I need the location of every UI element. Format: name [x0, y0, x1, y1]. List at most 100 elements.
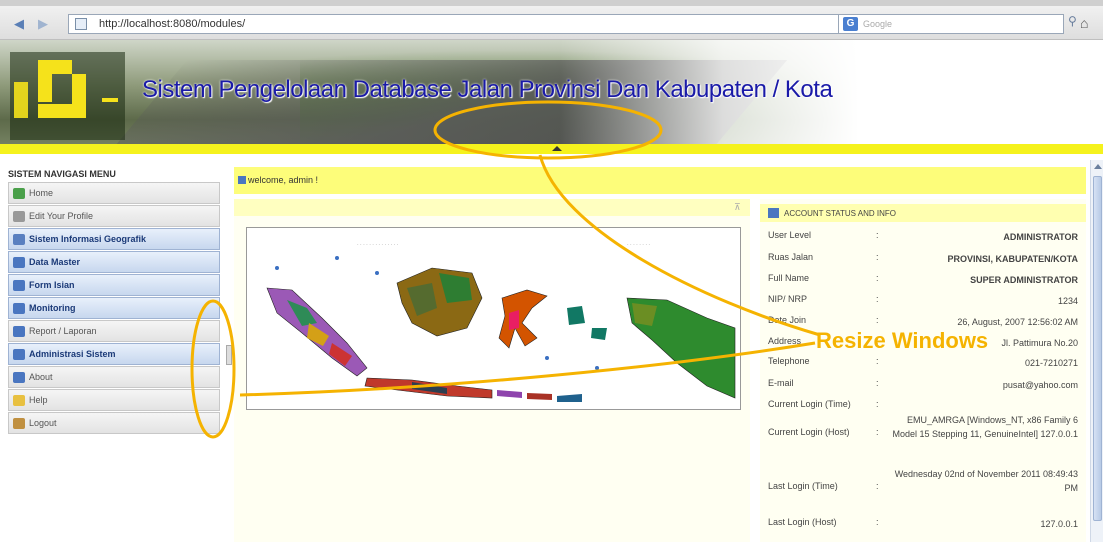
pu-logo-icon	[10, 52, 125, 140]
account-row-separator: :	[876, 481, 879, 491]
svg-text:· · · · · · · · · · · · · ·: · · · · · · · · · · · · · ·	[357, 242, 399, 248]
scroll-up-icon[interactable]	[1094, 164, 1102, 169]
sidebar: SISTEM NAVIGASI MENU Home Edit Your Profi…	[8, 166, 220, 435]
account-row-value: PROVINSI, KABUPATEN/KOTA	[947, 254, 1078, 264]
sidebar-item-edit-your-profile[interactable]: Edit Your Profile	[8, 205, 220, 227]
menu-item-icon	[13, 280, 25, 292]
sidebar-item-label: Sistem Informasi Geografik	[29, 234, 147, 244]
account-info-header: ACCOUNT STATUS AND INFO	[760, 204, 1086, 222]
resize-windows-annotation: Resize Windows	[816, 328, 989, 353]
account-row-separator: :	[876, 315, 879, 325]
menu-item-icon	[13, 349, 25, 361]
page-icon	[75, 18, 87, 30]
collapse-header-icon[interactable]	[552, 146, 562, 151]
account-row-label: E-mail	[768, 378, 794, 388]
search-input[interactable]: G Google	[838, 14, 1064, 34]
sidebar-item-label: About	[29, 372, 53, 382]
sidebar-item-label: Administrasi Sistem	[29, 349, 116, 359]
sidebar-item-logout[interactable]: Logout	[8, 412, 220, 434]
account-info-title: ACCOUNT STATUS AND INFO	[784, 209, 897, 218]
header-banner: Sistem Pengelolaan Database Jalan Provin…	[0, 40, 1103, 154]
info-icon	[768, 208, 779, 218]
menu-item-icon	[13, 188, 25, 200]
sidebar-title: SISTEM NAVIGASI MENU	[8, 169, 116, 179]
account-row-value: 1234	[1057, 296, 1078, 306]
account-row-label: Address	[768, 336, 802, 346]
back-arrow-icon[interactable]: ◀	[10, 15, 28, 33]
menu-item-icon	[13, 418, 25, 430]
page-title: Sistem Pengelolaan Database Jalan Provin…	[142, 76, 833, 103]
sidebar-item-monitoring[interactable]: Monitoring	[8, 297, 220, 319]
account-row-label: Full Name	[768, 273, 810, 283]
indonesia-map[interactable]: · · · · · · · · · · · · · · · · · · · · …	[246, 227, 741, 410]
account-row-value: 127.0.0.1	[1040, 519, 1078, 529]
account-row-separator: :	[876, 273, 879, 283]
url-text: http://localhost:8080/modules/	[99, 18, 246, 30]
sidebar-item-report-laporan[interactable]: Report / Laporan	[8, 320, 220, 342]
account-row-label: Current Login (Time)	[768, 399, 851, 409]
account-row-separator: :	[876, 230, 879, 240]
sidebar-item-label: Monitoring	[29, 303, 76, 313]
map-panel-header: ⊼	[234, 199, 750, 216]
welcome-bar: welcome, admin !	[234, 167, 1086, 194]
account-row-label: Telephone	[768, 356, 810, 366]
sidebar-item-sistem-informasi-geografik[interactable]: Sistem Informasi Geografik	[8, 228, 220, 250]
sidebar-item-label: Edit Your Profile	[29, 211, 94, 221]
sidebar-item-form-isian[interactable]: Form Isian	[8, 274, 220, 296]
forward-arrow-icon[interactable]: ▶	[34, 15, 52, 33]
home-icon[interactable]: ⌂	[1080, 15, 1088, 31]
sidebar-item-label: Logout	[29, 418, 57, 428]
vertical-scrollbar[interactable]	[1090, 160, 1103, 542]
menu-item-icon	[13, 372, 25, 384]
address-bar[interactable]: http://localhost:8080/modules/ ☆ ▾ ⟳	[68, 14, 936, 34]
sidebar-item-label: Form Isian	[29, 280, 75, 290]
account-row-value: 26, August, 2007 12:56:02 AM	[957, 317, 1078, 327]
search-go-icon[interactable]: ⚲	[1068, 14, 1077, 28]
account-info-panel: ACCOUNT STATUS AND INFO User Level: ADMIN…	[760, 199, 1086, 542]
account-row-label: Current Login (Host)	[768, 427, 850, 437]
sidebar-item-about[interactable]: About	[8, 366, 220, 388]
account-row-value: 021-7210271	[1024, 358, 1078, 368]
account-row-separator: :	[876, 427, 879, 437]
account-row-value: EMU_AMRGA [Windows_NT, x86 Family 6 Mode…	[892, 415, 1078, 439]
resize-handle[interactable]	[226, 345, 232, 365]
account-row-label: Ruas Jalan	[768, 252, 814, 262]
panel-toggle-icon[interactable]: ⊼	[734, 202, 741, 213]
account-row-separator: :	[876, 294, 879, 304]
sidebar-item-data-master[interactable]: Data Master	[8, 251, 220, 273]
account-row-label: Last Login (Host)	[768, 517, 837, 527]
google-icon[interactable]: G	[843, 17, 858, 31]
account-row-value: SUPER ADMINISTRATOR	[970, 275, 1078, 285]
scrollbar-thumb[interactable]	[1093, 176, 1102, 521]
map-panel: ⊼ · · · · · · · · · · · · · · · · · · · …	[234, 199, 750, 542]
welcome-text: welcome, admin !	[248, 175, 319, 185]
account-row-separator: :	[876, 517, 879, 527]
menu-item-icon	[13, 234, 25, 246]
menu-item-icon	[13, 257, 25, 269]
account-row-label: Date Join	[768, 315, 807, 325]
account-row-label: User Level	[768, 230, 812, 240]
account-row-separator: :	[876, 399, 879, 409]
sidebar-item-label: Help	[29, 395, 48, 405]
sidebar-item-administrasi-sistem[interactable]: Administrasi Sistem	[8, 343, 220, 365]
welcome-icon	[238, 176, 246, 184]
sidebar-item-home[interactable]: Home	[8, 182, 220, 204]
account-row-separator: :	[876, 378, 879, 388]
menu-item-icon	[13, 303, 25, 315]
menu-item-icon	[13, 211, 25, 223]
sidebar-item-help[interactable]: Help	[8, 389, 220, 411]
svg-text:· · · · · · · ·: · · · · · · · ·	[627, 242, 650, 248]
account-row-label: NIP/ NRP	[768, 294, 808, 304]
account-row-label: Last Login (Time)	[768, 481, 838, 491]
menu-item-icon	[13, 326, 25, 338]
account-row-value: pusat@yahoo.com	[1002, 380, 1078, 390]
tab-strip	[0, 0, 1103, 6]
browser-toolbar: ◀ ▶ http://localhost:8080/modules/ ☆ ▾ ⟳…	[0, 0, 1103, 40]
account-row-value: Wednesday 02nd of November 2011 08:49:43…	[894, 469, 1078, 493]
account-row-separator: :	[876, 252, 879, 262]
sidebar-item-label: Data Master	[29, 257, 81, 267]
account-row-separator: :	[876, 356, 879, 366]
map-image: · · · · · · · · · · · · · · · · · · · · …	[247, 228, 740, 409]
search-placeholder: Google	[863, 19, 893, 29]
sidebar-menu: Home Edit Your Profile Sistem Informasi Ge…	[8, 182, 220, 434]
